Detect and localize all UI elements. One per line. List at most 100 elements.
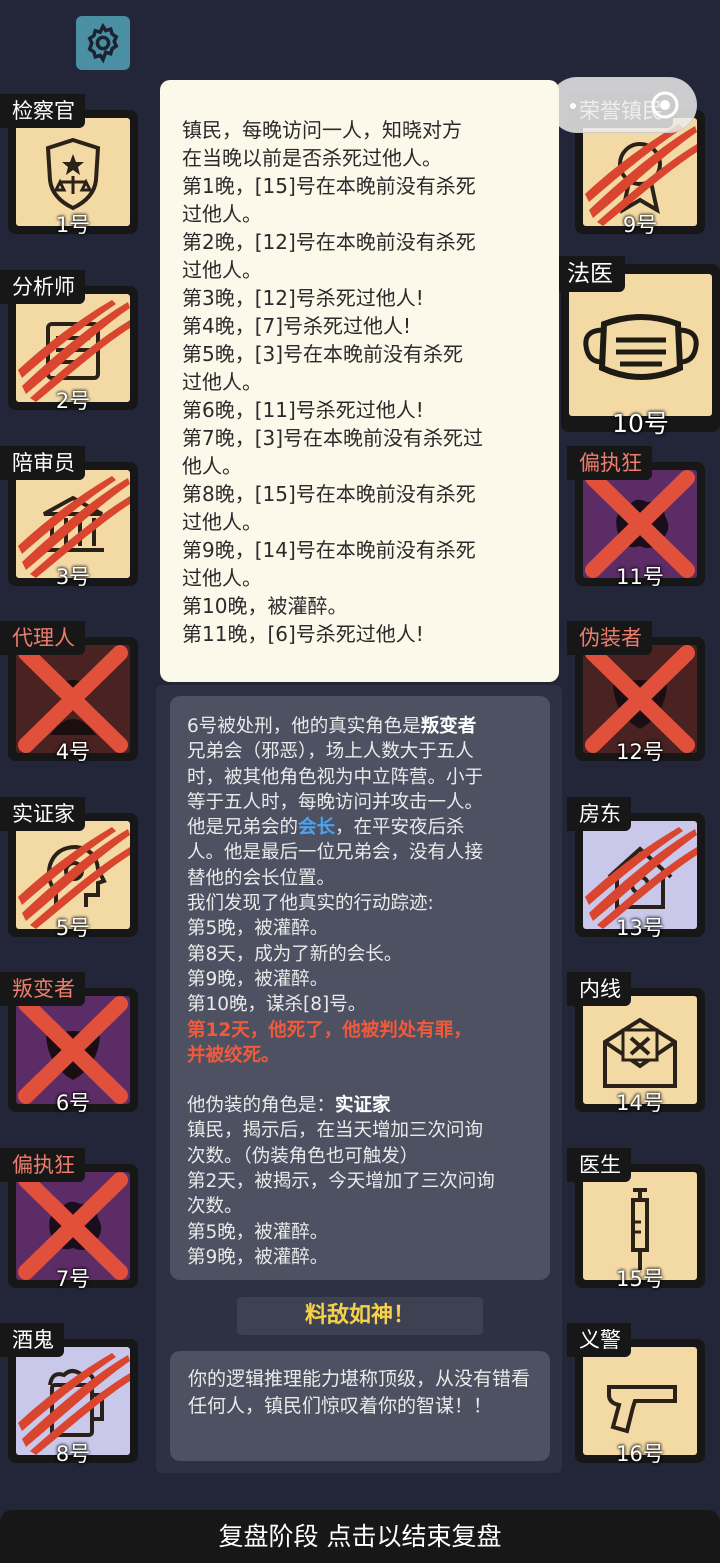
card-portrait (583, 118, 697, 226)
verdict-banner: 料敌如神！ (237, 1297, 483, 1335)
ability-log-line: 他人。 (182, 454, 242, 478)
claw-scratch-mark (18, 1353, 130, 1455)
info-line: 我们发现了他真实的行动踪迹: (187, 893, 434, 915)
leader-keyword[interactable]: 会长 (298, 817, 335, 838)
ability-log-line: 第7晚，[3]号在本晚前没有杀死过 (182, 426, 484, 450)
info-line: 镇民，揭示后，在当天增加三次问询 (187, 1120, 484, 1142)
claw-scratch-mark (18, 827, 130, 929)
info-line: 第9晚，被灌醉。 (187, 1246, 329, 1268)
role-label: 检察官 (0, 94, 85, 128)
ability-log-line: 第3晚，[12]号杀死过他人! (182, 286, 424, 310)
player-card-5号[interactable]: 实证家 5号 (0, 797, 138, 947)
card-portrait (16, 821, 130, 929)
player-number: 15号 (616, 1267, 664, 1291)
card-portrait (569, 274, 712, 416)
eliminated-x-mark (18, 645, 128, 753)
execution-intro: 6号被处刑，他的真实角色是叛变者 (187, 716, 477, 737)
role-label: 陪审员 (0, 446, 85, 480)
player-card-1号[interactable]: 检察官 1号 (0, 94, 138, 244)
ability-log-line: 过他人。 (182, 370, 262, 394)
ability-log-line: 第9晚，[14]号在本晚前没有杀死 (182, 538, 476, 562)
role-label: 分析师 (0, 270, 85, 304)
ability-log: 镇民，每晚访问一人，知晓对方 在当晚以前是否杀死过他人。 第1晚，[15]号在本晚前… (182, 116, 541, 648)
disguise-line: 他伪装的角色是：实证家 (187, 1095, 391, 1117)
player-card-11号[interactable]: 偏执狂 11号 (567, 446, 705, 596)
role-label: 义警 (567, 1323, 631, 1357)
info-line: 次数。（伪装角色也可触发） (187, 1145, 419, 1167)
execution-info-panel: 6号被处刑，他的真实角色是叛变者 兄弟会（邪恶），场上人数大于五人 时，被其他角色… (170, 696, 550, 1280)
ability-log-line: 第4晚，[7]号杀死过他人! (182, 314, 412, 338)
ability-log-line: 过他人。 (182, 202, 262, 226)
eliminated-x-mark (18, 1172, 128, 1280)
ability-log-line: 镇民，每晚访问一人，知晓对方 (182, 118, 462, 142)
info-line: 第12天，他死了，他被判处有罪， (187, 1019, 472, 1041)
role-label: 医生 (567, 1148, 631, 1182)
info-line: 次数。 (187, 1196, 243, 1218)
info-line: 第5晚，被灌醉。 (187, 1221, 329, 1243)
ability-log-line: 第11晚，[6]号杀死过他人! (182, 622, 424, 646)
player-number: 9号 (622, 213, 658, 237)
player-card-3号[interactable]: 陪审员 3号 (0, 446, 138, 596)
claw-scratch-mark (585, 827, 697, 929)
info-line: 第9晚，被灌醉。 (187, 968, 329, 990)
player-card-14号[interactable]: 内线 14号 (567, 972, 705, 1122)
player-number: 12号 (616, 740, 664, 764)
player-card-7号[interactable]: 偏执狂 7号 (0, 1148, 138, 1298)
player-number: 7号 (55, 1267, 91, 1291)
player-number: 3号 (55, 565, 91, 589)
role-label: 法医 (555, 256, 625, 292)
envelope-x-icon (603, 1017, 677, 1088)
miniprogram-capsule[interactable] (549, 77, 697, 133)
role-label: 房东 (567, 797, 631, 831)
role-label: 偏执狂 (0, 1148, 85, 1182)
player-card-2号[interactable]: 分析师 2号 (0, 270, 138, 420)
role-label: 叛变者 (0, 972, 85, 1006)
ability-log-line: 过他人。 (182, 566, 262, 590)
eliminated-x-mark (585, 470, 695, 578)
more-dots-icon[interactable] (568, 91, 598, 121)
info-line: 人。他是最后一位兄弟会，没有人接 (187, 842, 484, 864)
card-portrait (583, 645, 697, 753)
info-line: 第10晚，谋杀[8]号。 (187, 994, 367, 1016)
player-card-15号[interactable]: 医生 15号 (567, 1148, 705, 1298)
player-card-6号[interactable]: 叛变者 6号 (0, 972, 138, 1122)
claw-scratch-mark (585, 124, 697, 226)
info-line: 替他的会长位置。 (187, 867, 336, 889)
info-line: 等于五人时，每晚访问并攻击一人。 (187, 791, 484, 813)
player-card-10号[interactable]: 法医 10号 (555, 256, 720, 438)
ability-log-line: 第2晚，[12]号在本晚前没有杀死 (182, 230, 476, 254)
player-card-4号[interactable]: 代理人 4号 (0, 621, 138, 771)
end-review-button[interactable]: 复盘阶段 点击以结束复盘 (0, 1510, 720, 1563)
player-number: 5号 (55, 916, 91, 940)
leader-line: 他是兄弟会的会长，在平安夜后杀 (187, 817, 465, 839)
settings-button[interactable] (76, 16, 130, 70)
close-circle-icon[interactable] (650, 90, 680, 120)
role-label: 伪装者 (567, 621, 652, 655)
player-number: 2号 (55, 389, 91, 413)
info-line: 第2天，被揭示，今天增加了三次问询 (187, 1171, 495, 1193)
card-portrait (583, 1347, 697, 1455)
player-number: 1号 (55, 213, 91, 237)
claw-scratch-mark (18, 476, 130, 578)
card-portrait (583, 821, 697, 929)
player-card-8号[interactable]: 酒鬼 8号 (0, 1323, 138, 1473)
player-card-16号[interactable]: 义警 16号 (567, 1323, 705, 1473)
player-number: 4号 (55, 740, 91, 764)
gear-icon (87, 22, 119, 64)
player-number: 6号 (55, 1091, 91, 1115)
player-number: 13号 (616, 916, 664, 940)
player-card-12号[interactable]: 伪装者 12号 (567, 621, 705, 771)
player-number: 14号 (616, 1091, 664, 1115)
info-line: 并被绞死。 (187, 1044, 280, 1066)
role-label: 内线 (567, 972, 631, 1006)
comment-panel: 你的逻辑推理能力堪称顶级，从没有错看任何人，镇民们惊叹着你的智谋！！ (170, 1351, 550, 1461)
ability-log-line: 过他人。 (182, 258, 262, 282)
player-number: 8号 (55, 1442, 91, 1466)
ability-log-line: 第10晚，被灌醉。 (182, 594, 348, 618)
card-portrait (16, 118, 130, 226)
player-card-13号[interactable]: 房东 13号 (567, 797, 705, 947)
card-portrait (16, 1172, 130, 1280)
player-number: 16号 (616, 1442, 664, 1466)
eliminated-x-mark (585, 645, 695, 753)
ability-log-line: 第8晚，[15]号在本晚前没有杀死 (182, 482, 476, 506)
